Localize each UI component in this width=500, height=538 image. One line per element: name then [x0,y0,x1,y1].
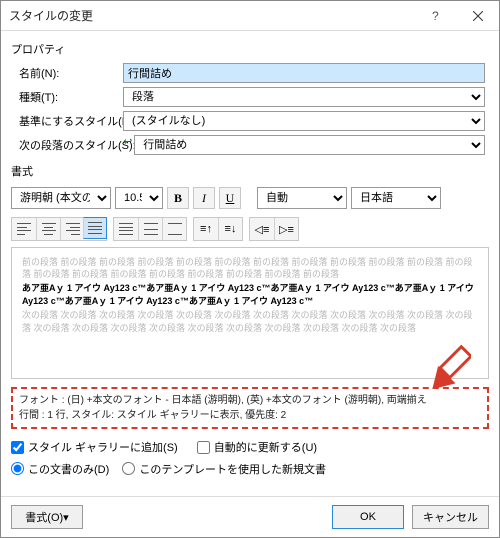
properties-section-label: プロパティ [11,41,489,57]
modify-style-dialog: スタイルの変更 ? プロパティ 名前(N): 種類(T): 段落 基準にするスタ… [0,0,500,538]
close-button[interactable] [457,1,499,31]
font-name-select[interactable]: 游明朝 (本文のフォ [11,187,111,209]
indent-group: ◁≡ ▷≡ [249,217,299,241]
type-select[interactable]: 段落 [123,87,485,107]
type-label: 種類(T): [11,89,119,105]
dialog-content: プロパティ 名前(N): 種類(T): 段落 基準にするスタイル(B): (スタ… [1,31,499,496]
font-size-select[interactable]: 10.5 [115,187,163,209]
autoupdate-checkbox[interactable] [197,441,210,454]
next-label: 次の段落のスタイル(S): [11,137,119,153]
autoupdate-checkbox-label[interactable]: 自動的に更新する(U) [197,439,317,455]
format-section-label: 書式 [11,163,489,179]
radio-this-document[interactable] [11,462,24,475]
preview-prev-paragraph: 前の段落 前の段落 前の段落 前の段落 前の段落 前の段落 前の段落 前の段落 … [22,256,478,280]
titlebar: スタイルの変更 ? [1,1,499,31]
options-checks: スタイル ギャラリーに追加(S) 自動的に更新する(U) [11,439,489,457]
italic-button[interactable]: I [193,187,215,209]
button-bar: 書式(O) ▾ OK キャンセル [1,496,499,537]
format-menu-button[interactable]: 書式(O) ▾ [11,505,83,529]
spacing-group: ≡↑ ≡↓ [193,217,243,241]
font-lang-select[interactable]: 日本語 [351,187,441,209]
desc-line-2: 行間 : 1 行, スタイル: スタイル ギャラリーに表示, 優先度: 2 [19,408,481,423]
preview-next-paragraph: 次の段落 次の段落 次の段落 次の段落 次の段落 次の段落 次の段落 次の段落 … [22,309,478,333]
annotation-arrow-icon [413,337,471,395]
svg-text:?: ? [432,10,439,22]
align-right-button[interactable] [60,218,84,240]
radio-template[interactable] [122,462,135,475]
bold-button[interactable]: B [167,187,189,209]
next-style-select[interactable]: 行間詰め [134,135,485,155]
radio-template-label[interactable]: このテンプレートを使用した新規文書 [122,461,326,477]
align-left-button[interactable] [12,218,36,240]
desc-line-1: フォント : (日) +本文のフォント - 日本語 (游明朝), (英) +本文… [19,393,481,408]
align-justify-button[interactable] [83,217,107,239]
refresh-icon: ↩ [123,135,132,155]
underline-button[interactable]: U [219,187,241,209]
indent-increase-button[interactable]: ▷≡ [274,218,298,240]
radio-this-document-label[interactable]: この文書のみ(D) [11,461,109,477]
linespace-group [113,217,187,241]
base-style-select[interactable]: (スタイルなし) [123,111,485,131]
gallery-checkbox[interactable] [11,441,24,454]
paragraph-toolbar: ≡↑ ≡↓ ◁≡ ▷≡ [11,217,489,241]
linespace-1-5-button[interactable] [138,218,162,240]
space-before-inc[interactable]: ≡↑ [194,218,218,240]
align-center-button[interactable] [36,218,60,240]
ok-button[interactable]: OK [332,505,404,529]
font-color-select[interactable]: 自動 [257,187,347,209]
indent-decrease-button[interactable]: ◁≡ [250,218,274,240]
cancel-button[interactable]: キャンセル [412,505,489,529]
name-input[interactable] [123,63,485,83]
scope-radios: この文書のみ(D) このテンプレートを使用した新規文書 [11,461,489,479]
align-group [11,217,107,241]
dialog-title: スタイルの変更 [9,7,93,24]
style-description: フォント : (日) +本文のフォント - 日本語 (游明朝), (英) +本文… [11,387,489,429]
name-label: 名前(N): [11,65,119,81]
base-label: 基準にするスタイル(B): [11,113,119,129]
gallery-checkbox-label[interactable]: スタイル ギャラリーに追加(S) [11,439,178,455]
linespace-1-button[interactable] [114,218,138,240]
help-button[interactable]: ? [415,1,457,31]
preview-sample-text: あア亜Aｙ 1 アイウ Ay123 c™あア亜Aｙ 1 アイウ Ay123 c™… [22,282,478,307]
space-before-dec[interactable]: ≡↓ [218,218,242,240]
font-toolbar: 游明朝 (本文のフォ 10.5 B I U 自動 日本語 [11,187,489,209]
linespace-2-button[interactable] [162,218,186,240]
